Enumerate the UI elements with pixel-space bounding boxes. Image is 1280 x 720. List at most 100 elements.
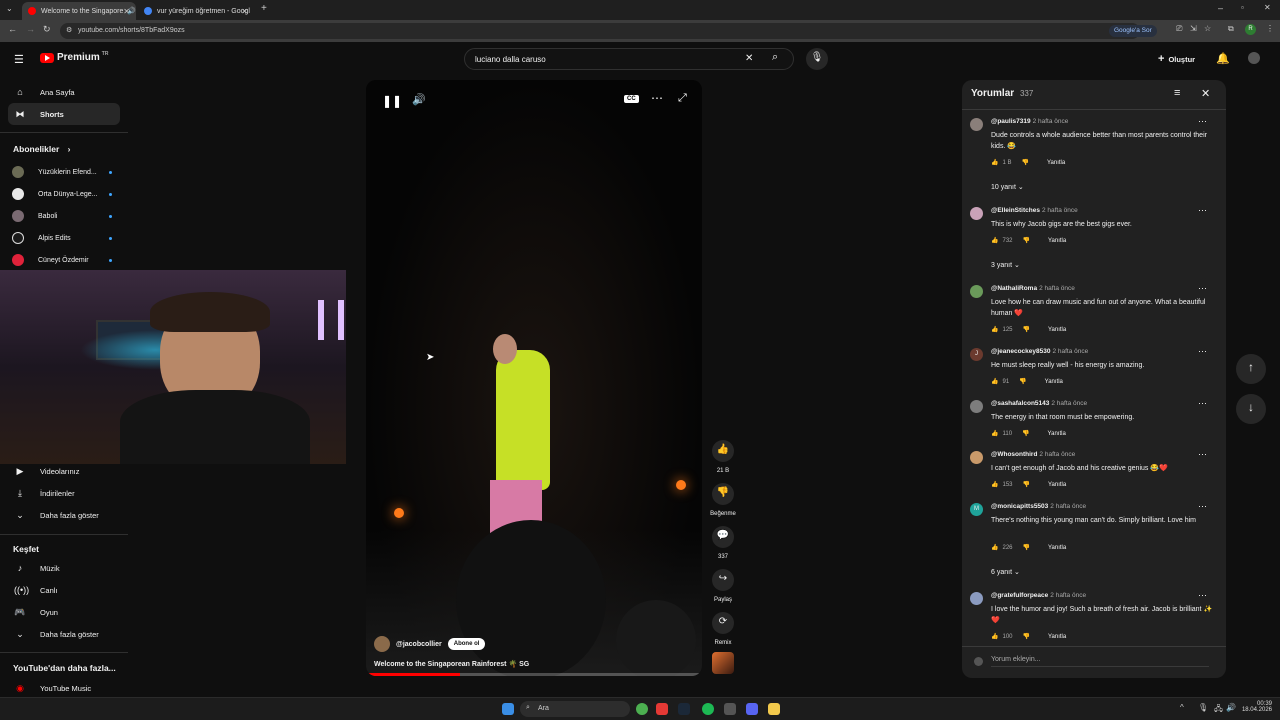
sort-icon[interactable]: ≡ <box>1174 87 1180 99</box>
comment-more-icon[interactable]: ⋯ <box>1198 501 1208 512</box>
brave-icon[interactable] <box>656 703 668 715</box>
commenter-avatar[interactable] <box>970 285 983 298</box>
close-comments-icon[interactable]: ✕ <box>1201 87 1210 100</box>
hamburger-menu-icon[interactable]: ☰ <box>14 53 24 66</box>
thumbs-up-icon[interactable]: 👍 <box>991 378 998 385</box>
channel-name[interactable]: @jacobcollier <box>396 641 442 648</box>
comment-author[interactable]: @sashafalcon5143 <box>991 400 1049 407</box>
voice-search-button[interactable]: 🎙 <box>806 48 828 70</box>
subscribe-button[interactable]: Abone ol <box>447 638 486 650</box>
thumbs-up-icon[interactable]: 👍 <box>991 633 998 640</box>
bookmark-star-icon[interactable]: ☆ <box>1204 24 1211 33</box>
pause-icon[interactable]: ❚❚ <box>382 94 402 108</box>
subscription-item[interactable]: Baboli <box>12 210 112 222</box>
thumbs-up-icon[interactable]: 👍 <box>991 544 998 551</box>
thumbs-down-icon[interactable]: 👎 <box>1023 481 1030 488</box>
sidebar-item-music[interactable]: ♪ Müzik <box>8 557 120 579</box>
reload-icon[interactable]: ↻ <box>43 24 51 35</box>
sidebar-item-gaming[interactable]: 🎮 Oyun <box>8 601 120 623</box>
shorts-player[interactable]: ❚❚ 🔊 CC ⋯ ⤢ @jacobcollier Abone ol Welco… <box>366 80 702 676</box>
search-button[interactable]: ⌕ <box>764 48 794 70</box>
create-button[interactable]: + Oluştur <box>1158 53 1195 65</box>
captions-button[interactable]: CC <box>624 95 639 103</box>
thumbs-up-icon[interactable]: 👍 <box>991 326 998 333</box>
comment-author[interactable]: @NathaliRoma <box>991 285 1037 292</box>
comments-button[interactable]: 💬 337 <box>710 526 736 560</box>
view-replies-button[interactable]: 6 yanıt ⌄ <box>991 568 1020 576</box>
progress-bar[interactable] <box>366 673 702 676</box>
subscription-item[interactable]: Orta Dünya-Lege... <box>12 188 112 200</box>
tab-google[interactable]: vur yüreğim öğretmen - Googl ✕ <box>138 2 254 20</box>
install-icon[interactable]: ⇲ <box>1190 24 1197 33</box>
comment-author[interactable]: @paulis7319 <box>991 118 1031 125</box>
reply-button[interactable]: Yanıtla <box>1048 327 1066 333</box>
search-input[interactable]: luciano dalla caruso ✕ <box>464 48 794 70</box>
chrome-icon[interactable] <box>636 703 648 715</box>
cast-icon[interactable]: ⎚ <box>1176 24 1182 34</box>
google-lens-button[interactable]: Google'a Sor <box>1109 25 1157 37</box>
comment-author[interactable]: @ElleinStitches <box>991 207 1040 214</box>
tab-youtube[interactable]: Welcome to the Singapore 🔊 ✕ <box>22 2 136 20</box>
tab-search-icon[interactable]: ⌄ <box>6 4 13 13</box>
taskbar-search[interactable]: ⌕ Ara <box>520 701 630 717</box>
reply-button[interactable]: Yanıtla <box>1048 545 1066 551</box>
commenter-avatar[interactable]: M <box>970 503 983 516</box>
sidebar-item-explore-more[interactable]: ⌄ Daha fazla göster <box>8 623 120 645</box>
thumbs-down-icon[interactable]: 👎 <box>1023 633 1030 640</box>
comment-more-icon[interactable]: ⋯ <box>1198 449 1208 460</box>
view-replies-button[interactable]: 10 yanıt ⌄ <box>991 183 1024 191</box>
commenter-avatar[interactable]: J <box>970 348 983 361</box>
start-menu-icon[interactable] <box>502 703 514 715</box>
remix-button[interactable]: ⟳ Remix <box>710 612 736 646</box>
sidebar-item-downloads[interactable]: ⤓ İndirilenler <box>8 482 120 504</box>
thumbs-down-icon[interactable]: 👎 <box>1022 430 1029 437</box>
thumbs-down-icon[interactable]: 👎 <box>1019 378 1026 385</box>
sidebar-item-youtube-music[interactable]: ◉ YouTube Music <box>8 677 120 699</box>
clock[interactable]: 00:39 18.04.2026 <box>1240 701 1272 713</box>
subscriptions-header[interactable]: Abonelikler › <box>13 144 71 154</box>
comment-more-icon[interactable]: ⋯ <box>1198 590 1208 601</box>
minimize-icon[interactable]: – <box>1218 3 1223 13</box>
thumbs-up-icon[interactable]: 👍 <box>991 237 998 244</box>
sidebar-item-shorts[interactable]: ⧓ Shorts <box>8 103 120 125</box>
file-explorer-icon[interactable] <box>768 703 780 715</box>
commenter-avatar[interactable] <box>970 400 983 413</box>
reply-button[interactable]: Yanıtla <box>1048 634 1066 640</box>
comment-more-icon[interactable]: ⋯ <box>1198 346 1208 357</box>
sound-thumbnail[interactable] <box>712 652 734 674</box>
thumbs-down-icon[interactable]: 👎 <box>1023 237 1030 244</box>
comment-author[interactable]: @monicapitts5503 <box>991 503 1048 510</box>
profile-avatar[interactable]: R <box>1245 24 1256 35</box>
new-tab-icon[interactable]: + <box>261 3 267 14</box>
fullscreen-icon[interactable]: ⤢ <box>678 92 687 105</box>
sidebar-item-your-videos[interactable]: ▶ Videolarınız <box>8 460 120 482</box>
sidebar-item-home[interactable]: ⌂ Ana Sayfa <box>8 81 120 103</box>
notifications-bell-icon[interactable]: 🔔 <box>1216 52 1230 65</box>
reply-button[interactable]: Yanıtla <box>1047 160 1065 166</box>
subscription-item[interactable]: Cüneyt Özdemir <box>12 254 112 266</box>
reply-button[interactable]: Yanıtla <box>1048 482 1066 488</box>
sidebar-item-live[interactable]: ((•)) Canlı <box>8 579 120 601</box>
browser-menu-icon[interactable]: ⋮ <box>1266 24 1274 33</box>
dislike-button[interactable]: 👎 Beğenme <box>710 483 736 517</box>
close-window-icon[interactable]: ✕ <box>1264 3 1271 12</box>
reply-button[interactable]: Yanıtla <box>1048 238 1066 244</box>
volume-tray-icon[interactable]: 🔊 <box>1226 703 1236 712</box>
clear-search-icon[interactable]: ✕ <box>745 53 753 64</box>
discord-icon[interactable] <box>746 703 758 715</box>
tray-chevron-icon[interactable]: ^ <box>1180 703 1184 712</box>
comment-author[interactable]: @gratefulforpeace <box>991 592 1048 599</box>
subscription-item[interactable]: Alpis Edits <box>12 232 112 244</box>
close-tab-icon[interactable]: ✕ <box>123 7 130 16</box>
subscription-item[interactable]: Yüzüklerin Efend... <box>12 166 112 178</box>
maximize-icon[interactable]: ▫ <box>1241 3 1244 12</box>
commenter-avatar[interactable] <box>970 451 983 464</box>
thumbs-up-icon[interactable]: 👍 <box>991 159 998 166</box>
thumbs-down-icon[interactable]: 👎 <box>1023 326 1030 333</box>
volume-icon[interactable]: 🔊 <box>412 93 426 106</box>
network-icon[interactable]: 🖧 <box>1214 703 1223 717</box>
channel-avatar[interactable] <box>374 636 390 652</box>
back-icon[interactable]: ← <box>8 24 17 34</box>
thumbs-up-icon[interactable]: 👍 <box>991 481 998 488</box>
view-replies-button[interactable]: 3 yanıt ⌄ <box>991 261 1020 269</box>
